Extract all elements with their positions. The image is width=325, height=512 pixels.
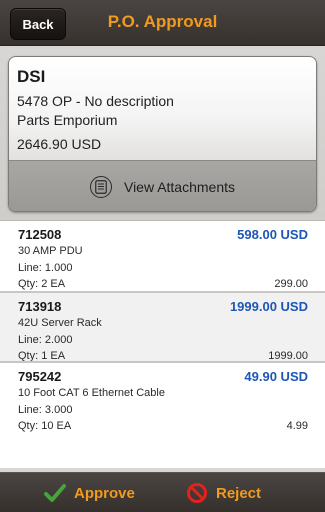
view-attachments-button[interactable]: View Attachments [9,160,316,211]
po-description: 5478 OP - No description [17,93,174,109]
approve-label: Approve [74,484,135,502]
item-price: 598.00 USD [237,227,308,242]
item-description: 10 Foot CAT 6 Ethernet Cable [18,387,165,399]
po-summary-card: DSI 5478 OP - No description Parts Empor… [8,56,317,212]
item-line-number: Line: 1.000 [18,262,73,274]
item-number: 713918 [18,299,62,314]
approve-button[interactable]: Approve [44,481,135,505]
item-description: 42U Server Rack [18,317,102,329]
line-items-list: 712508 598.00 USD 30 AMP PDU Line: 1.000… [0,220,325,468]
reject-label: Reject [216,484,262,502]
checkmark-icon [44,484,66,502]
item-number: 712508 [18,227,62,242]
line-item[interactable]: 713918 1999.00 USD 42U Server Rack Line:… [0,291,325,362]
line-item[interactable]: 795242 49.90 USD 10 Foot CAT 6 Ethernet … [0,361,325,432]
prohibited-icon [187,483,207,503]
item-line-number: Line: 2.000 [18,334,73,346]
reject-button[interactable]: Reject [186,481,261,505]
item-line-number: Line: 3.000 [18,404,73,416]
company-name: Parts Emporium [17,112,118,128]
item-number: 795242 [18,369,62,384]
app-header: Back P.O. Approval [0,0,325,46]
item-unit-price: 4.99 [286,420,308,432]
item-price: 1999.00 USD [229,299,308,314]
po-summary-details: DSI 5478 OP - No description Parts Empor… [9,57,316,160]
item-description: 30 AMP PDU [18,245,83,257]
view-attachments-label: View Attachments [123,179,236,195]
po-total: 2646.90 USD [17,136,102,152]
item-quantity: Qty: 2 EA [18,278,66,290]
line-item[interactable]: 712508 598.00 USD 30 AMP PDU Line: 1.000… [0,221,325,291]
item-quantity: Qty: 10 EA [18,420,72,432]
page-title: P.O. Approval [107,12,218,31]
vendor-name: DSI [17,67,46,86]
document-list-icon [89,176,112,198]
action-bar: Approve Reject [0,472,325,512]
item-unit-price: 299.00 [274,278,308,290]
item-price: 49.90 USD [244,369,308,384]
